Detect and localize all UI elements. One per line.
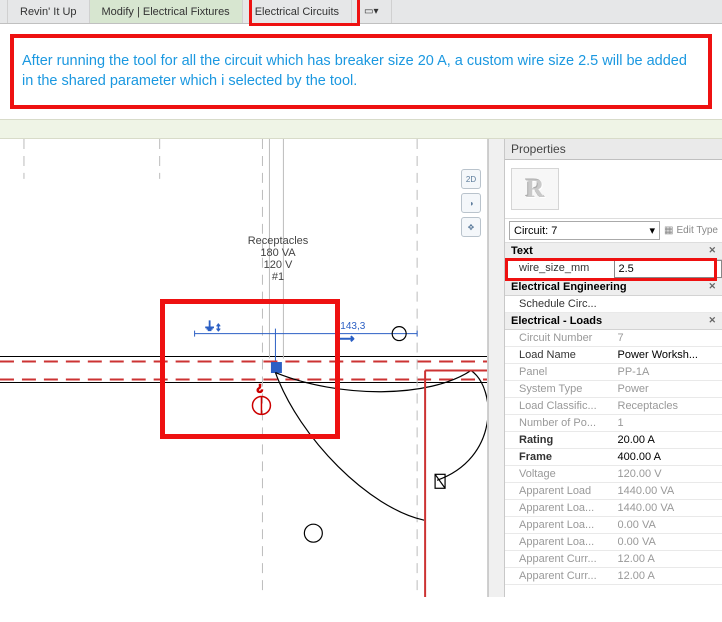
drawing-canvas[interactable]: ⏚↕ ⟼ ¿ Receptacles xyxy=(0,139,488,597)
options-bar xyxy=(0,119,722,139)
param-row[interactable]: Apparent Load1440.00 VA xyxy=(505,483,722,500)
type-preview-icon: R xyxy=(511,168,559,210)
receptacle-label: Receptacles 180 VA 120 V #1 xyxy=(218,235,338,283)
properties-panel: Properties R Circuit: 7 ▾ ▦ Edit Type Te… xyxy=(504,139,722,597)
param-row[interactable]: Load Classific...Receptacles xyxy=(505,398,722,415)
param-row[interactable]: Frame400.00 A xyxy=(505,449,722,466)
tab-split[interactable] xyxy=(0,0,8,23)
param-row[interactable]: Voltage120.00 V xyxy=(505,466,722,483)
nav-2d-icon[interactable]: 2D xyxy=(461,169,481,189)
category-electrical-eng[interactable]: Electrical Engineering✕ xyxy=(505,279,722,296)
annotation-note-text: After running the tool for all the circu… xyxy=(22,52,700,91)
tab-revin[interactable]: Revin' It Up xyxy=(8,0,90,23)
annotation-tab-highlight xyxy=(249,0,360,26)
tab-modify-fixtures[interactable]: Modify | Electrical Fixtures xyxy=(90,0,243,23)
param-row[interactable]: Apparent Loa...0.00 VA xyxy=(505,534,722,551)
param-row[interactable]: Number of Po...1 xyxy=(505,415,722,432)
type-selector[interactable]: Circuit: 7 ▾ xyxy=(509,221,660,240)
param-row[interactable]: Apparent Curr...12.00 A xyxy=(505,551,722,568)
annotation-canvas-highlight xyxy=(160,299,340,439)
param-row[interactable]: Apparent Loa...0.00 VA xyxy=(505,517,722,534)
properties-grid[interactable]: Text✕ wire_size_mm 2.5 Electrical Engine… xyxy=(505,243,722,597)
edit-type-icon: ▦ xyxy=(664,225,673,236)
param-schedule-circuit[interactable]: Schedule Circ... xyxy=(505,296,722,313)
nav-steering-icon[interactable]: ◑ xyxy=(461,193,481,213)
nav-pan-icon[interactable]: ✥ xyxy=(461,217,481,237)
annotation-note-box: After running the tool for all the circu… xyxy=(10,34,712,109)
chevron-down-icon: ▾ xyxy=(650,224,656,237)
properties-title: Properties xyxy=(505,139,722,160)
view-control-bar: 2D ◑ ✥ xyxy=(461,169,483,237)
param-row[interactable]: Rating20.00 A xyxy=(505,432,722,449)
scrollbar-vertical-canvas[interactable] xyxy=(488,139,504,597)
annotation-wire-highlight xyxy=(505,258,717,281)
param-row[interactable]: PanelPP-1A xyxy=(505,364,722,381)
param-row[interactable]: Apparent Curr...12.00 A xyxy=(505,568,722,585)
param-row[interactable]: System TypePower xyxy=(505,381,722,398)
edit-type-button[interactable]: ▦ Edit Type xyxy=(664,225,718,236)
category-electrical-loads[interactable]: Electrical - Loads✕ xyxy=(505,313,722,330)
param-row[interactable]: Load NamePower Worksh... xyxy=(505,347,722,364)
param-row[interactable]: Apparent Loa...1440.00 VA xyxy=(505,500,722,517)
param-row[interactable]: Circuit Number7 xyxy=(505,330,722,347)
